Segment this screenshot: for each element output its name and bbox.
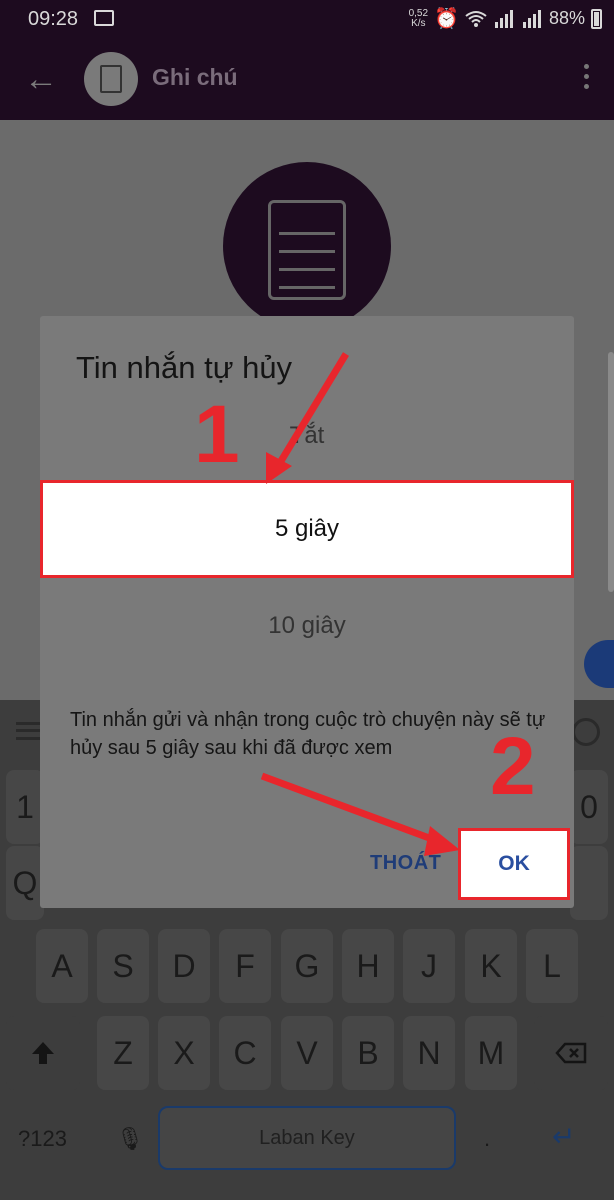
gallery-notification-icon xyxy=(94,10,114,26)
battery-percent: 88% xyxy=(548,8,585,28)
network-speed: 0,52 K/s xyxy=(408,7,429,29)
key-x[interactable]: X xyxy=(158,1016,210,1090)
key-g[interactable]: G xyxy=(281,929,333,1003)
key-m[interactable]: M xyxy=(465,1016,517,1090)
scrollbar[interactable] xyxy=(608,352,614,592)
dialog-title: Tin nhắn tự hủy xyxy=(76,350,293,385)
shift-key[interactable] xyxy=(6,1016,80,1090)
note-icon xyxy=(100,65,122,93)
status-time: 09:28 xyxy=(28,8,79,30)
emoji-icon[interactable] xyxy=(572,718,600,746)
battery-icon xyxy=(591,8,602,29)
key-b[interactable]: B xyxy=(342,1016,394,1090)
key-h[interactable]: H xyxy=(342,929,394,1003)
mic-icon[interactable]: 🎙 xyxy=(116,1126,144,1152)
key-v[interactable]: V xyxy=(281,1016,333,1090)
send-button-partial[interactable] xyxy=(584,640,614,688)
dialog-description: Tin nhắn gửi và nhận trong cuộc trò chuy… xyxy=(70,709,546,759)
annotation-step-1: 1 xyxy=(194,389,240,480)
key-d[interactable]: D xyxy=(158,929,210,1003)
self-destruct-dialog: Tin nhắn tự hủy Tắt 5 giây 10 giây Tin n… xyxy=(40,316,574,908)
key-l[interactable]: L xyxy=(526,929,578,1003)
key-p[interactable] xyxy=(570,846,608,920)
backspace-key[interactable] xyxy=(534,1016,608,1090)
cancel-button[interactable]: THOÁT xyxy=(370,852,441,875)
chat-avatar[interactable] xyxy=(84,52,138,106)
option-off[interactable]: Tắt xyxy=(40,422,574,450)
shift-icon xyxy=(32,1042,54,1064)
space-key[interactable]: Laban Key xyxy=(158,1106,456,1170)
key-s[interactable]: S xyxy=(97,929,149,1003)
key-1[interactable]: 1 xyxy=(6,770,44,844)
alarm-icon: ⏰ xyxy=(434,8,459,30)
option-5-seconds[interactable]: 5 giây xyxy=(40,480,574,578)
signal-icon-2 xyxy=(522,9,541,28)
ok-button[interactable]: OK xyxy=(458,828,570,900)
back-arrow-icon[interactable]: ← xyxy=(24,62,58,96)
key-c[interactable]: C xyxy=(219,1016,271,1090)
key-q[interactable]: Q xyxy=(6,846,44,920)
key-n[interactable]: N xyxy=(403,1016,455,1090)
symbols-key[interactable]: ?123 xyxy=(18,1126,67,1152)
enter-icon[interactable]: ↵ xyxy=(552,1120,575,1153)
option-10-seconds[interactable]: 10 giây xyxy=(40,612,574,640)
key-0[interactable]: 0 xyxy=(570,770,608,844)
wifi-icon xyxy=(465,10,487,27)
key-j[interactable]: J xyxy=(403,929,455,1003)
app-bar: ← Ghi chú xyxy=(0,38,614,120)
key-k[interactable]: K xyxy=(465,929,517,1003)
period-key[interactable]: . xyxy=(484,1126,490,1152)
status-icons: 0,52 K/s ⏰ 88% xyxy=(409,6,602,31)
signal-icon-1 xyxy=(494,9,513,28)
profile-avatar-large xyxy=(223,162,391,330)
key-a[interactable]: A xyxy=(36,929,88,1003)
key-f[interactable]: F xyxy=(219,929,271,1003)
keyboard-menu-icon[interactable] xyxy=(16,722,40,740)
backspace-icon xyxy=(555,1042,587,1064)
annotation-step-2: 2 xyxy=(490,721,536,812)
key-z[interactable]: Z xyxy=(97,1016,149,1090)
more-options-icon[interactable] xyxy=(584,64,590,90)
chat-title[interactable]: Ghi chú xyxy=(152,64,238,91)
status-bar: 09:28 0,52 K/s ⏰ 88% xyxy=(0,0,614,38)
